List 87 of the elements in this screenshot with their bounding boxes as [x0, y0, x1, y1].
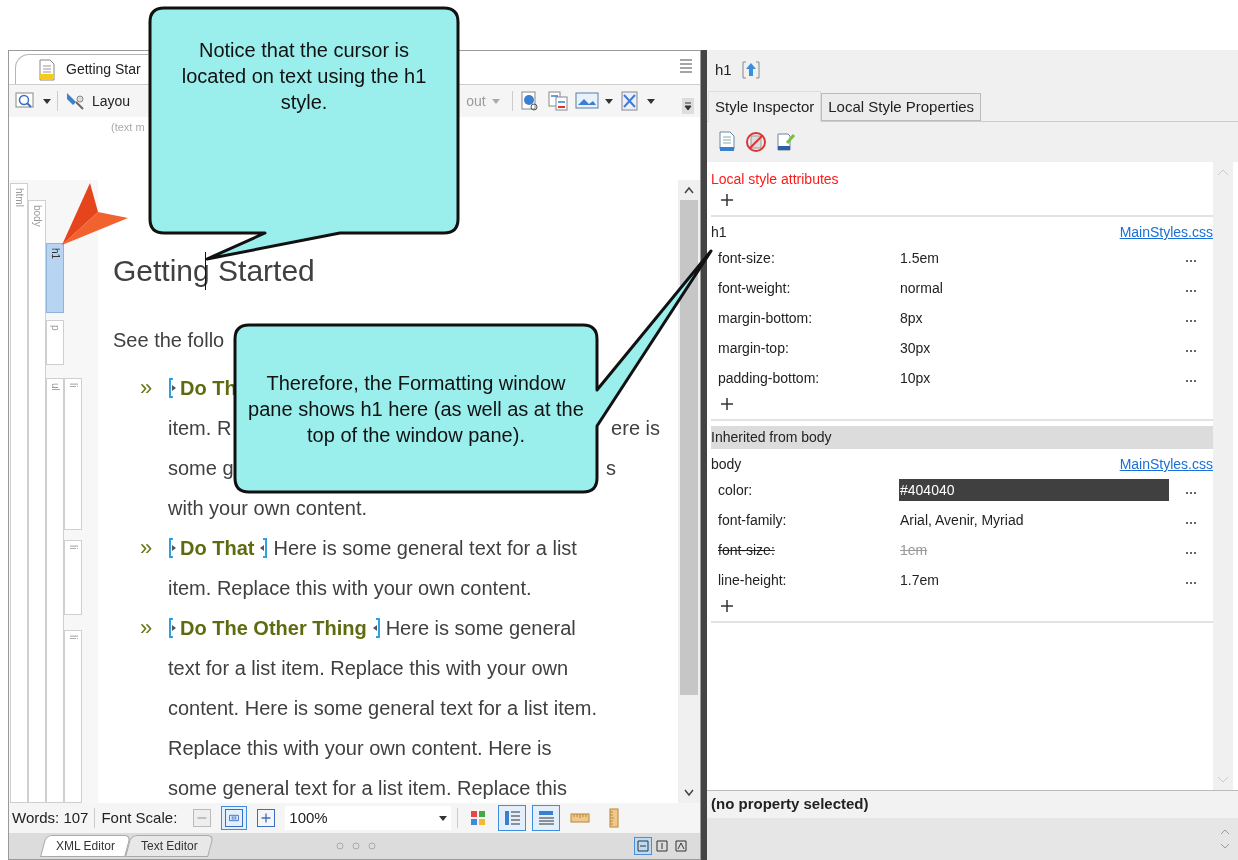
stylesheet-link[interactable]: MainStyles.css: [1119, 221, 1213, 243]
property-name: padding-bottom:: [717, 368, 821, 388]
item-text: item. Replace this with your own content.: [168, 576, 532, 601]
item-text: s: [606, 456, 616, 481]
item-title: Do The Other Thing: [180, 616, 367, 641]
item-text: Here is some general text for a list: [273, 536, 577, 561]
element-tag[interactable]: h1: [46, 243, 64, 313]
dropdown-caret-icon[interactable]: [43, 98, 51, 104]
scrollbar[interactable]: [678, 180, 700, 803]
property-value[interactable]: 1.5em: [899, 247, 1169, 269]
editor-tab[interactable]: XML Editor: [40, 835, 131, 857]
globe-link-icon[interactable]: [518, 90, 541, 112]
dropdown-caret-icon[interactable]: [646, 98, 655, 104]
list-bullet: »: [140, 534, 154, 562]
property-name: color:: [717, 480, 754, 500]
document-icon[interactable]: [717, 131, 737, 153]
item-text: ere is: [611, 416, 660, 441]
property-value[interactable]: Arial, Avenir, Myriad: [899, 509, 1169, 531]
property-name: font-family:: [717, 510, 788, 530]
delete-document-icon[interactable]: [618, 90, 641, 112]
word-count: Words: 107: [12, 807, 89, 828]
font-scale-label: Font Scale:: [101, 807, 178, 828]
intro-text: See the follo: [113, 328, 225, 353]
more-options-icon[interactable]: [1185, 259, 1197, 263]
item-text: content. Here is some general text for a list item.: [168, 696, 598, 721]
item-text: some general text for a list item. Replace this: [168, 776, 568, 801]
section-title: Local style attributes: [711, 170, 840, 189]
layout-menu[interactable]: Layou: [92, 90, 131, 112]
property-value[interactable]: normal: [899, 277, 1169, 299]
more-options-icon[interactable]: [1185, 521, 1197, 525]
item-text: Replace this with your own content. Here is: [168, 736, 552, 761]
stylesheet-link[interactable]: MainStyles.css: [1119, 453, 1213, 475]
property-name: font-size:: [717, 248, 776, 268]
document-icon: [38, 58, 56, 81]
item-title: Do That: [180, 536, 255, 561]
callout-text: Notice that the cursor is located on text using the h1 style.: [180, 38, 428, 115]
callout-text: Therefore, the Formatting window pane shows h1 here (as well as at the top of the window pane).: [247, 371, 585, 448]
more-options-icon[interactable]: [1185, 289, 1197, 293]
property-name: font-size:: [717, 540, 776, 560]
inspector-tab[interactable]: Style Inspector: [708, 91, 822, 122]
editor-tab[interactable]: Text Editor: [124, 835, 214, 857]
more-options-icon[interactable]: [1185, 349, 1197, 353]
property-value[interactable]: 30px: [899, 337, 1169, 359]
more-options-icon[interactable]: [1185, 551, 1197, 555]
list-bullet: »: [140, 374, 154, 402]
compare-documents-icon[interactable]: [546, 90, 569, 112]
search-icon[interactable]: [15, 91, 37, 111]
more-options-icon[interactable]: [1185, 319, 1197, 323]
overflow-icon[interactable]: [682, 98, 694, 114]
property-name: line-height:: [717, 570, 788, 590]
add-property-icon[interactable]: [720, 397, 734, 411]
inspector-tab[interactable]: Local Style Properties: [821, 93, 982, 121]
document-tab[interactable]: Getting Star: [15, 54, 148, 84]
element-name: h1: [715, 59, 732, 80]
prohibited-icon[interactable]: [745, 131, 767, 153]
more-options-icon[interactable]: [1185, 379, 1197, 383]
property-status: (no property selected): [711, 794, 869, 815]
item-text: text for a list item. Replace this with your own: [168, 656, 569, 681]
edit-document-icon[interactable]: [775, 131, 797, 153]
hint-text: (text m: [111, 119, 145, 135]
property-name: margin-bottom:: [717, 308, 814, 328]
drag-handle-icon[interactable]: [335, 842, 376, 850]
up-arrow-icon[interactable]: [741, 60, 760, 80]
selector-name: body: [711, 455, 742, 474]
list-bullet: »: [140, 614, 154, 642]
property-name: margin-top:: [717, 338, 790, 358]
tag-icon[interactable]: [64, 90, 86, 112]
more-options-icon[interactable]: [1185, 581, 1197, 585]
item-text: item. R: [168, 416, 232, 441]
font-scale-dropdown[interactable]: 100%: [285, 806, 452, 830]
dropdown-caret-icon[interactable]: [604, 98, 613, 104]
item-text: with your own content.: [168, 496, 367, 521]
property-value[interactable]: 10px: [899, 367, 1169, 389]
inherited-header: Inherited from body: [711, 426, 1213, 449]
item-text: Here is some general: [385, 616, 576, 641]
pointer-arrow-icon: [59, 181, 129, 247]
add-property-icon[interactable]: [720, 193, 734, 207]
property-value[interactable]: 8px: [899, 307, 1169, 329]
more-options-icon[interactable]: [1185, 491, 1197, 495]
dropdown-caret-icon[interactable]: [439, 815, 448, 821]
property-name: font-weight:: [717, 278, 792, 298]
property-value[interactable]: 1.7em: [899, 569, 1169, 591]
add-property-icon[interactable]: [720, 599, 734, 613]
image-icon[interactable]: [574, 91, 599, 111]
property-value[interactable]: #404040: [899, 479, 1169, 501]
selector-name: h1: [711, 223, 727, 242]
item-text: some g: [168, 456, 234, 481]
